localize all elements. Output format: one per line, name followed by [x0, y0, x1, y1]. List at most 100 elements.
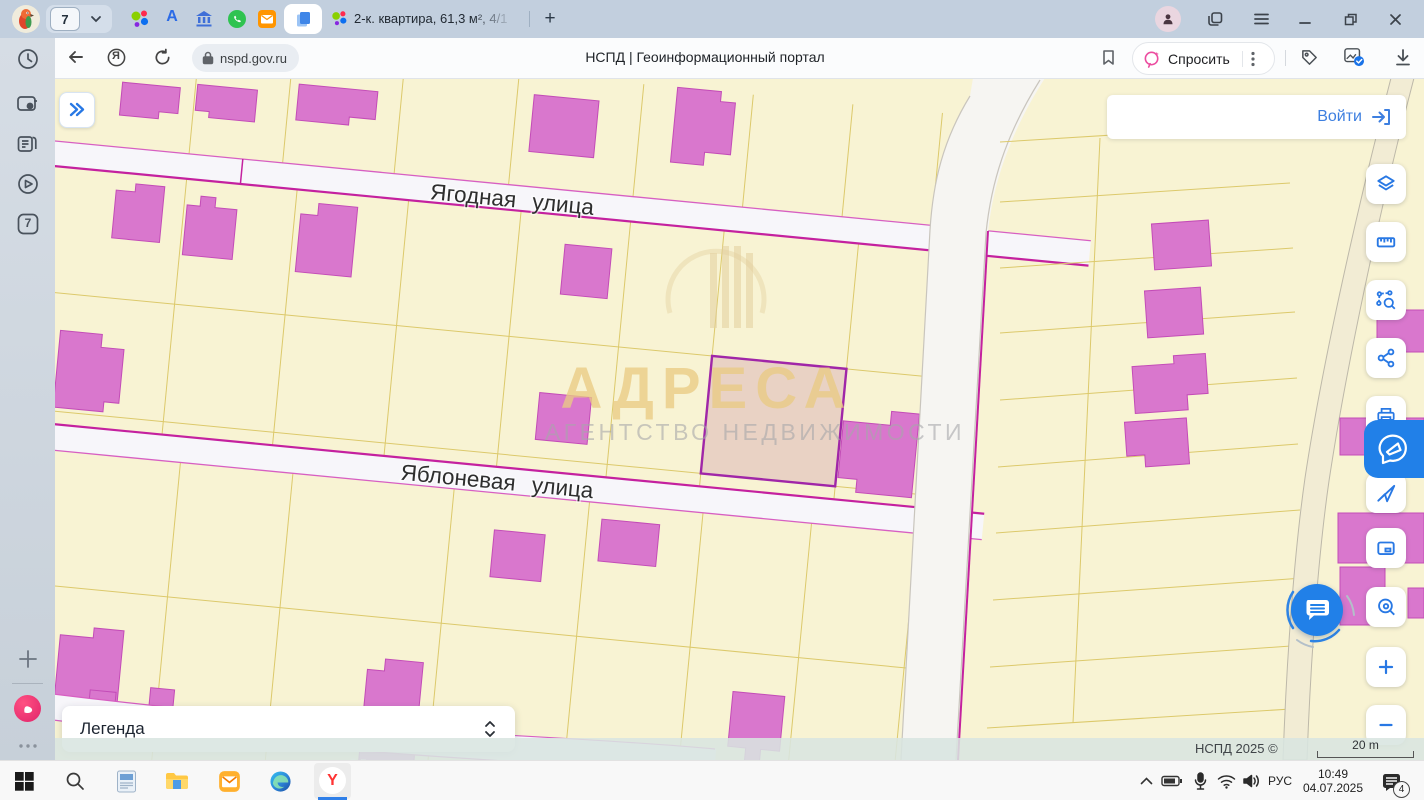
tray-language[interactable]: РУС: [1268, 774, 1292, 788]
bubble-map-icon: [1375, 430, 1413, 468]
taskbar-yandex-browser-active[interactable]: Y: [314, 763, 351, 799]
tray-volume[interactable]: [1239, 769, 1263, 793]
tray-battery[interactable]: [1160, 769, 1184, 793]
pinned-tab-bank-icon[interactable]: [194, 9, 214, 29]
scale-bracket: [1317, 751, 1414, 758]
history-icon[interactable]: [15, 46, 41, 72]
hamburger-icon: [1253, 12, 1270, 26]
tab-counter-button[interactable]: 7: [46, 5, 112, 33]
notification-center-button[interactable]: 4: [1380, 770, 1404, 794]
yandex-home-button[interactable]: Я: [105, 46, 127, 68]
taskbar-edge[interactable]: [268, 769, 292, 793]
map-panel-expand-button[interactable]: [59, 92, 95, 128]
speaker-icon: [1242, 773, 1261, 789]
extension-side-badge[interactable]: [1364, 420, 1424, 478]
window-restore-button[interactable]: [1339, 8, 1361, 30]
add-panel-icon[interactable]: [15, 646, 41, 672]
tabs-overview-button[interactable]: [1204, 8, 1226, 30]
pinned-tab-mail-icon[interactable]: [257, 9, 277, 29]
back-button[interactable]: [65, 46, 87, 68]
browser-tab-bar: 7 A 2-к. квартира, 61,3 м², 4/1: [0, 0, 1424, 38]
tab-title-fade: [472, 8, 514, 32]
tray-clock[interactable]: 10:49 04.07.2025: [1298, 767, 1368, 795]
sidebar-more-icon[interactable]: [15, 733, 41, 759]
tray-time-value: 10:49: [1298, 767, 1368, 781]
pinned-tab-active-doc[interactable]: [284, 4, 322, 34]
ask-ai-button[interactable]: Спросить: [1132, 42, 1275, 75]
kebab-icon[interactable]: [1251, 51, 1255, 67]
document-icon: [294, 10, 312, 28]
reload-button[interactable]: [151, 46, 173, 68]
profile-avatar[interactable]: [12, 5, 40, 33]
tray-expand-button[interactable]: [1136, 769, 1156, 793]
alice-assistant-icon[interactable]: [14, 695, 41, 722]
battery-icon: [1161, 775, 1183, 787]
screen: Ягодная улица Яблоневая улица Цветочная: [0, 0, 1424, 800]
window-close-button[interactable]: [1384, 8, 1406, 30]
screenshot-icon[interactable]: [15, 90, 41, 116]
tray-wifi[interactable]: [1214, 769, 1238, 793]
active-tab-favicon: [331, 10, 348, 27]
zoom-in-button[interactable]: [1366, 647, 1406, 687]
chat-widget-button[interactable]: [1291, 584, 1343, 636]
taskbar-search-button[interactable]: [63, 769, 87, 793]
person-icon: [1159, 10, 1177, 28]
windows-logo-icon: [15, 772, 34, 791]
copy-tabs-icon: [1206, 10, 1224, 28]
tray-microphone[interactable]: [1188, 769, 1212, 793]
parrot-icon: [12, 5, 40, 33]
bookmark-button[interactable]: [1097, 46, 1119, 68]
taskbar-mail[interactable]: [217, 769, 241, 793]
map-attribution-bar: НСПД 2025 © 20 m: [55, 738, 1424, 760]
mini-map-button[interactable]: [1366, 528, 1406, 568]
watermark-title: АДРЕСА: [560, 356, 853, 421]
window-minimize-button[interactable]: [1294, 8, 1316, 30]
numbered-tab-icon[interactable]: 7: [15, 211, 41, 237]
pinned-tab-a-icon[interactable]: A: [162, 8, 182, 28]
area-search-icon: [1375, 289, 1397, 311]
extensions-button[interactable]: [1298, 46, 1320, 68]
area-search-button[interactable]: [1366, 280, 1406, 320]
double-chevron-right-icon: [67, 100, 87, 120]
menu-button[interactable]: [1250, 8, 1272, 30]
layers-button[interactable]: [1366, 164, 1406, 204]
page-title: НСПД | Геоинформационный портал: [435, 49, 975, 65]
cadastral-map[interactable]: Ягодная улица Яблоневая улица Цветочная: [55, 78, 1424, 760]
edge-icon: [269, 770, 292, 793]
url-field[interactable]: nspd.gov.ru: [192, 44, 299, 72]
wifi-icon: [1217, 774, 1236, 789]
chevron-up-icon: [1140, 777, 1153, 785]
share-button[interactable]: [1366, 338, 1406, 378]
collapse-expand-icon[interactable]: [483, 718, 497, 740]
close-icon: [1388, 12, 1403, 27]
windows-taskbar: Y РУС 10:49: [0, 760, 1424, 800]
folder-icon: [165, 771, 189, 791]
login-button[interactable]: Войти: [1107, 95, 1406, 139]
measure-button[interactable]: [1366, 222, 1406, 262]
frame-icon: [1375, 537, 1397, 559]
yandex-browser-icon: Y: [319, 767, 346, 794]
map-search-button[interactable]: [1366, 587, 1406, 627]
browser-user-avatar[interactable]: [1155, 6, 1181, 32]
legend-label: Легенда: [80, 719, 145, 739]
articles-icon[interactable]: [15, 131, 41, 157]
image-translate-button[interactable]: [1343, 46, 1365, 68]
taskbar-file-explorer[interactable]: [165, 769, 189, 793]
reload-icon: [153, 48, 172, 67]
layers-icon: [1375, 173, 1397, 195]
taskbar-app-document[interactable]: [114, 769, 138, 793]
lock-icon: [202, 51, 214, 65]
pinned-tab-avito-icon[interactable]: [130, 9, 150, 29]
document-app-icon: [116, 770, 137, 793]
minimize-icon: [1298, 12, 1312, 26]
start-button[interactable]: [12, 769, 36, 793]
new-tab-button[interactable]: +: [538, 7, 562, 31]
share-icon: [1375, 347, 1397, 369]
video-play-icon[interactable]: [15, 171, 41, 197]
arrow-left-icon: [66, 47, 86, 67]
downloads-button[interactable]: [1392, 46, 1414, 68]
navigation-arrow-icon: [1375, 482, 1397, 504]
locate-button[interactable]: [1366, 473, 1406, 513]
minus-icon: [1375, 714, 1397, 736]
pinned-tab-whatsapp-icon[interactable]: [227, 9, 247, 29]
